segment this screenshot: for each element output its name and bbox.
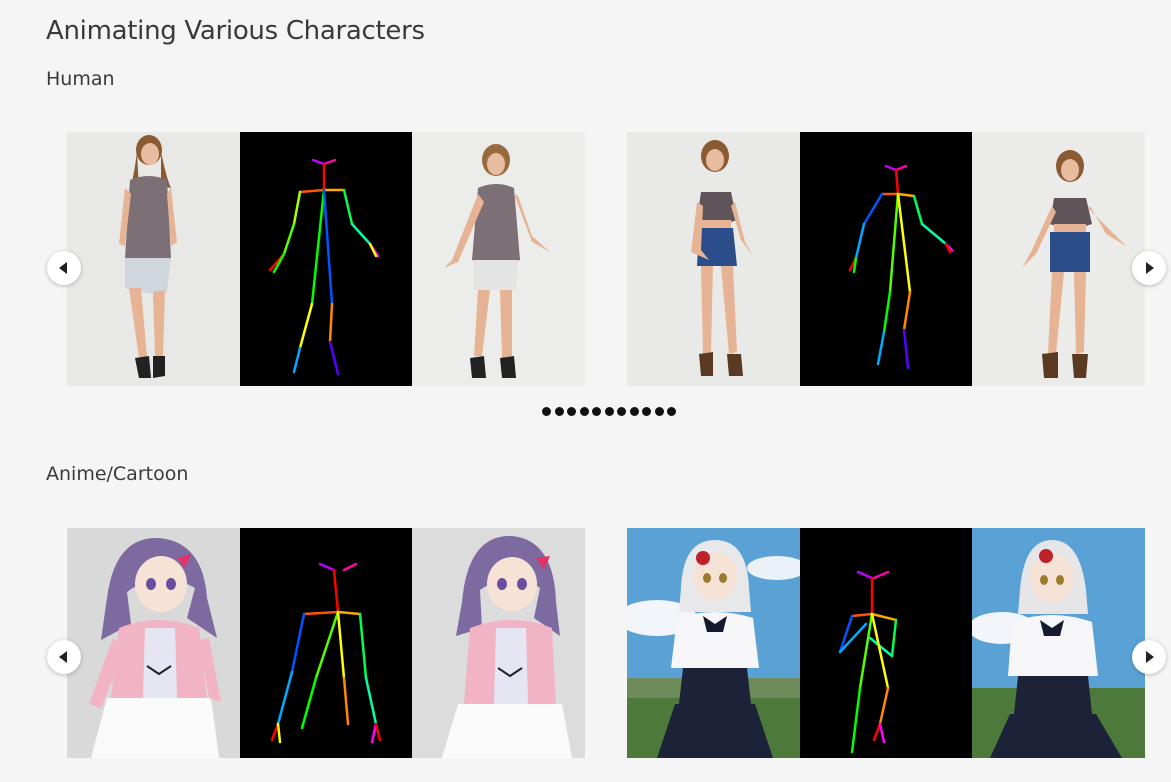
human-reference-image-2 bbox=[627, 132, 800, 386]
anime-reference-image-2 bbox=[627, 528, 800, 758]
chevron-left-icon bbox=[59, 262, 67, 274]
section-title-anime: Anime/Cartoon bbox=[46, 463, 189, 485]
human-generated-video-1 bbox=[412, 132, 585, 386]
human-prev-button[interactable] bbox=[47, 251, 81, 285]
pagination-dot-4[interactable] bbox=[579, 407, 589, 416]
human-generated-video-2 bbox=[972, 132, 1145, 386]
pagination-dot-11[interactable] bbox=[667, 407, 676, 416]
human-pagination bbox=[542, 407, 676, 416]
pagination-dot-10[interactable] bbox=[654, 407, 664, 416]
anime-generated-video-2 bbox=[972, 528, 1145, 758]
pagination-dot-5[interactable] bbox=[592, 407, 601, 416]
anime-pose-sequence-2 bbox=[800, 528, 972, 758]
anime-next-button[interactable] bbox=[1132, 640, 1166, 674]
human-next-button[interactable] bbox=[1132, 251, 1166, 285]
human-carousel bbox=[0, 132, 1171, 386]
human-reference-image-1 bbox=[67, 132, 240, 386]
page-title: Animating Various Characters bbox=[46, 16, 425, 46]
anime-prev-button[interactable] bbox=[47, 640, 81, 674]
section-title-human: Human bbox=[46, 68, 115, 90]
human-pose-sequence-2 bbox=[800, 132, 972, 386]
pagination-dot-3[interactable] bbox=[567, 407, 576, 416]
anime-reference-image-1 bbox=[67, 528, 240, 758]
pagination-dot-6[interactable] bbox=[604, 407, 614, 416]
pagination-dot-8[interactable] bbox=[629, 407, 639, 416]
chevron-left-icon bbox=[59, 651, 67, 663]
anime-generated-video-1 bbox=[412, 528, 585, 758]
human-pose-sequence-1 bbox=[240, 132, 412, 386]
anime-pose-sequence-1 bbox=[240, 528, 412, 758]
pagination-dot-9[interactable] bbox=[642, 407, 651, 416]
pagination-dot-2[interactable] bbox=[554, 407, 564, 416]
pagination-dot-1[interactable] bbox=[542, 407, 551, 416]
anime-carousel bbox=[0, 528, 1171, 758]
pagination-dot-7[interactable] bbox=[617, 407, 626, 416]
chevron-right-icon bbox=[1146, 651, 1154, 663]
chevron-right-icon bbox=[1146, 262, 1154, 274]
